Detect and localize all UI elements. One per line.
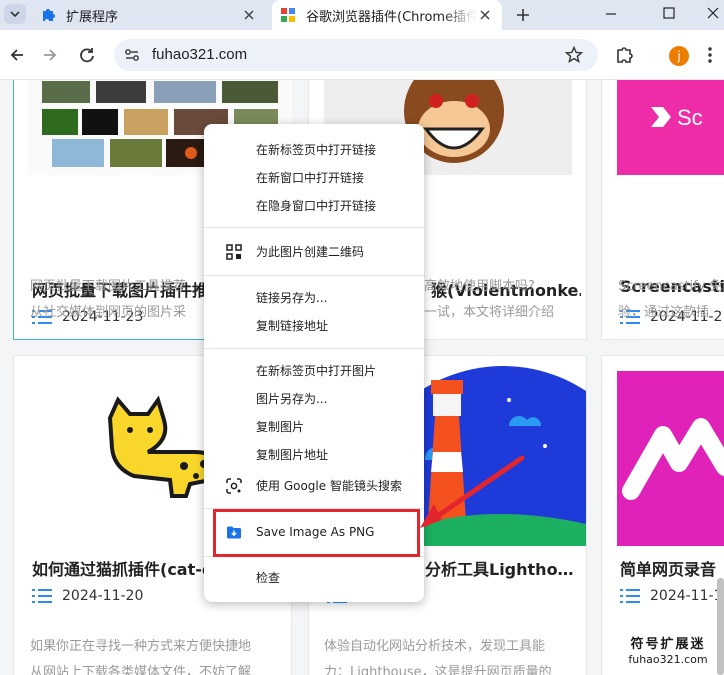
excerpt-line: 从网站上下载各类媒体文件，不妨了解	[30, 665, 252, 675]
menu-item-label: 为此图片创建二维码	[256, 245, 365, 259]
menu-item-open-link-new-window[interactable]: 在新窗口中打开链接	[204, 165, 424, 191]
article-thumbnail[interactable]	[617, 371, 724, 546]
article-date: 2024-11-19	[650, 588, 724, 604]
menu-item-open-link-new-tab[interactable]: 在新标签页中打开链接	[204, 137, 424, 163]
reload-icon[interactable]	[74, 42, 100, 68]
article-excerpt: 体验自动化网站分析技术，发现工具能 力：Lighthouse，这是提升网页质量的	[324, 634, 574, 675]
excerpt-line: 从社交媒体到网页的图片采	[30, 305, 187, 320]
menu-item-inspect[interactable]: 检查	[204, 565, 424, 591]
site-settings-icon[interactable]	[122, 45, 142, 65]
article-excerpt: 网页批量下载图片工具推荐 从社交媒体到网页的图片采	[30, 274, 210, 326]
menu-item-open-image-new-tab[interactable]: 在新标签页中打开图片	[204, 358, 424, 384]
page-scrollbar[interactable]	[717, 578, 724, 675]
extensions-puzzle-icon[interactable]	[612, 42, 638, 68]
excerpt-line: 验，通过这款插	[618, 305, 710, 320]
bookmark-star-icon[interactable]	[564, 45, 584, 65]
menu-separator	[204, 275, 424, 276]
menu-item-create-qr-code[interactable]: 为此图片创建二维码	[204, 239, 424, 265]
excerpt-line: 体验自动化网站分析技术，发现工具能	[324, 639, 546, 654]
site-watermark: 符号扩展迷 fuhao321.com	[621, 633, 715, 669]
menu-item-save-image-as[interactable]: 图片另存为...	[204, 386, 424, 412]
article-title[interactable]: 分析工具Lightho…	[425, 556, 575, 580]
close-icon[interactable]	[476, 6, 494, 24]
menu-kebab-icon[interactable]	[697, 42, 723, 68]
article-excerpt: Screencastify 免费 验，通过这款插	[618, 274, 724, 326]
maximize-icon[interactable]	[644, 0, 690, 30]
excerpt-line: 网页批量下载图片工具推荐	[30, 279, 187, 294]
article-title[interactable]: 如何通过猫抓插件(cat-c	[32, 556, 205, 580]
annotation-highlight-box	[213, 509, 420, 557]
excerpt-line: Screencastify 免费	[618, 279, 724, 294]
forward-arrow-icon[interactable]	[37, 42, 63, 68]
chevron-down-icon	[10, 11, 20, 18]
menu-item-save-link-as[interactable]: 链接另存为...	[204, 285, 424, 311]
article-title[interactable]: 简单网页录音	[620, 556, 724, 580]
article-excerpt: 高效地使用脚本吗? 一试，本文将详细介绍	[424, 274, 574, 326]
article-thumbnail[interactable]: Sc	[617, 80, 724, 175]
menu-separator	[204, 348, 424, 349]
browser-toolbar: fuhao321.com j	[0, 30, 724, 80]
excerpt-line: 高效地使用脚本吗?	[424, 279, 535, 294]
address-bar[interactable]: fuhao321.com	[114, 39, 598, 71]
tab-chrome-plugins[interactable]: 谷歌浏览器插件(Chrome插件)-	[272, 0, 502, 30]
mixer-logo-image	[622, 418, 724, 500]
menu-item-copy-link-address[interactable]: 复制链接地址	[204, 313, 424, 339]
menu-item-open-link-incognito[interactable]: 在隐身窗口中打开链接	[204, 193, 424, 219]
tab-search-button[interactable]	[4, 4, 26, 24]
article-excerpt: 如果你正在寻找一种方式来方便快捷地 从网站上下载各类媒体文件，不妨了解	[30, 634, 280, 675]
site-favicon-icon	[281, 8, 295, 22]
excerpt-line: 如果你正在寻找一种方式来方便快捷地	[30, 639, 252, 654]
url-text: fuhao321.com	[152, 46, 248, 63]
minimize-icon[interactable]	[588, 0, 634, 30]
new-tab-plus-icon[interactable]	[512, 4, 534, 26]
watermark-cn-text: 符号扩展迷	[630, 637, 706, 652]
puzzle-icon	[43, 9, 55, 21]
tab-title: 扩展程序	[66, 9, 119, 25]
list-icon	[620, 589, 640, 603]
menu-item-copy-image-address[interactable]: 复制图片地址	[204, 442, 424, 468]
menu-item-copy-image[interactable]: 复制图片	[204, 414, 424, 440]
list-icon	[32, 589, 52, 603]
tab-title: 谷歌浏览器插件(Chrome插件)-	[306, 9, 476, 25]
article-meta: 2024-11-19	[620, 588, 724, 604]
qr-code-icon	[226, 244, 242, 260]
menu-separator	[204, 227, 424, 228]
back-arrow-icon[interactable]	[4, 42, 30, 68]
google-lens-icon	[226, 478, 242, 494]
window-close-icon[interactable]	[690, 0, 724, 30]
excerpt-line: 力：Lighthouse，这是提升网页质量的	[324, 665, 552, 675]
article-meta: 2024-11-20	[32, 588, 143, 604]
screencastify-logo-image: Sc	[651, 105, 703, 130]
tab-extensions[interactable]: 扩展程序	[32, 0, 266, 30]
menu-item-label: 使用 Google 智能镜头搜索	[256, 479, 402, 493]
article-date: 2024-11-20	[62, 588, 144, 604]
menu-item-google-lens-search[interactable]: 使用 Google 智能镜头搜索	[204, 473, 424, 499]
svg-text:Sc: Sc	[677, 105, 703, 130]
excerpt-line: 一试，本文将详细介绍	[424, 305, 555, 320]
close-icon[interactable]	[240, 6, 258, 24]
profile-avatar[interactable]: j	[669, 46, 689, 66]
watermark-en-text: fuhao321.com	[628, 653, 708, 666]
tab-strip: 扩展程序 谷歌浏览器插件(Chrome插件)-	[0, 0, 724, 30]
article-card[interactable]: 简单网页录音 2024-11-19	[601, 355, 724, 675]
